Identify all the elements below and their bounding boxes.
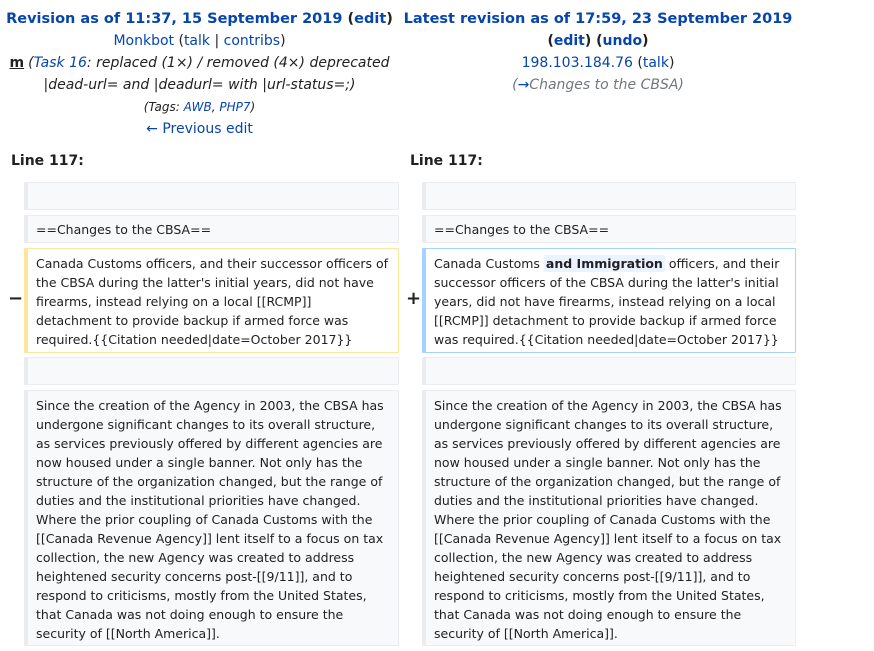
old-user-link[interactable]: Monkbot xyxy=(113,33,174,49)
previous-edit-link[interactable]: ← Previous edit xyxy=(146,121,253,137)
old-user-contribs-link[interactable]: contribs xyxy=(224,33,280,49)
tag-awb[interactable]: AWB xyxy=(184,100,212,114)
task-link[interactable]: Task 16 xyxy=(34,55,87,71)
old-context-paragraph: Since the creation of the Agency in 2003… xyxy=(24,390,399,646)
section-name: Changes to the CBSA xyxy=(529,77,679,93)
old-line-number: Line 117: xyxy=(11,153,84,169)
new-context-empty-2 xyxy=(422,357,796,385)
new-edit-summary: (→Changes to the CBSA) xyxy=(512,77,684,93)
old-user-talk-link[interactable]: talk xyxy=(184,33,210,49)
new-context-paragraph: Since the creation of the Agency in 2003… xyxy=(422,390,796,646)
deleted-line-marker: − xyxy=(8,288,24,309)
new-line-number: Line 117: xyxy=(410,153,483,169)
added-line: Canada Customs and Immigration officers,… xyxy=(422,248,796,353)
undo-link[interactable]: undo xyxy=(603,33,643,49)
new-revision-header: Latest revision as of 17:59, 23 Septembe… xyxy=(400,8,796,96)
new-revision-user: 198.103.184.76 (talk) xyxy=(521,55,675,71)
old-revision-link[interactable]: Revision as of 11:37, 15 September 2019 xyxy=(6,11,342,27)
old-edit-summary: m (Task 16: replaced (1×) / removed (4×) … xyxy=(9,55,390,93)
ip-user-talk-link[interactable]: talk xyxy=(643,55,669,71)
new-revision-edit-link[interactable]: edit xyxy=(554,33,585,49)
new-revision-title: Latest revision as of 17:59, 23 Septembe… xyxy=(400,8,796,30)
revision-tags: (Tags: AWB, PHP7) xyxy=(143,100,256,114)
old-revision-edit-link[interactable]: edit xyxy=(354,11,386,27)
old-summary-text: : replaced (1×) / removed (4×) deprecate… xyxy=(43,55,390,93)
deleted-line: Canada Customs officers, and their succe… xyxy=(24,248,399,353)
inserted-text: and Immigration xyxy=(543,255,665,272)
added-text-before: Canada Customs xyxy=(434,256,544,271)
new-revision-link[interactable]: Latest revision as of 17:59, 23 Septembe… xyxy=(404,11,793,27)
new-context-heading: ==Changes to the CBSA== xyxy=(422,215,796,243)
tags-label: Tags: xyxy=(148,100,184,114)
old-revision-title: Revision as of 11:37, 15 September 2019 … xyxy=(6,11,393,27)
minor-edit-mark: m xyxy=(9,55,25,71)
new-revision-actions: (edit) (undo) xyxy=(547,33,649,49)
old-context-heading: ==Changes to the CBSA== xyxy=(24,215,399,243)
added-line-marker: + xyxy=(406,288,422,309)
ip-user-link[interactable]: 198.103.184.76 xyxy=(522,55,633,71)
old-context-empty-2 xyxy=(24,357,399,385)
new-context-empty-1 xyxy=(422,182,796,210)
section-link[interactable]: → xyxy=(518,77,530,93)
old-revision-header: Revision as of 11:37, 15 September 2019 … xyxy=(2,8,397,140)
tag-php7[interactable]: PHP7 xyxy=(219,100,250,114)
old-context-empty-1 xyxy=(24,182,399,210)
old-revision-user: Monkbot (talk | contribs) xyxy=(113,33,286,49)
